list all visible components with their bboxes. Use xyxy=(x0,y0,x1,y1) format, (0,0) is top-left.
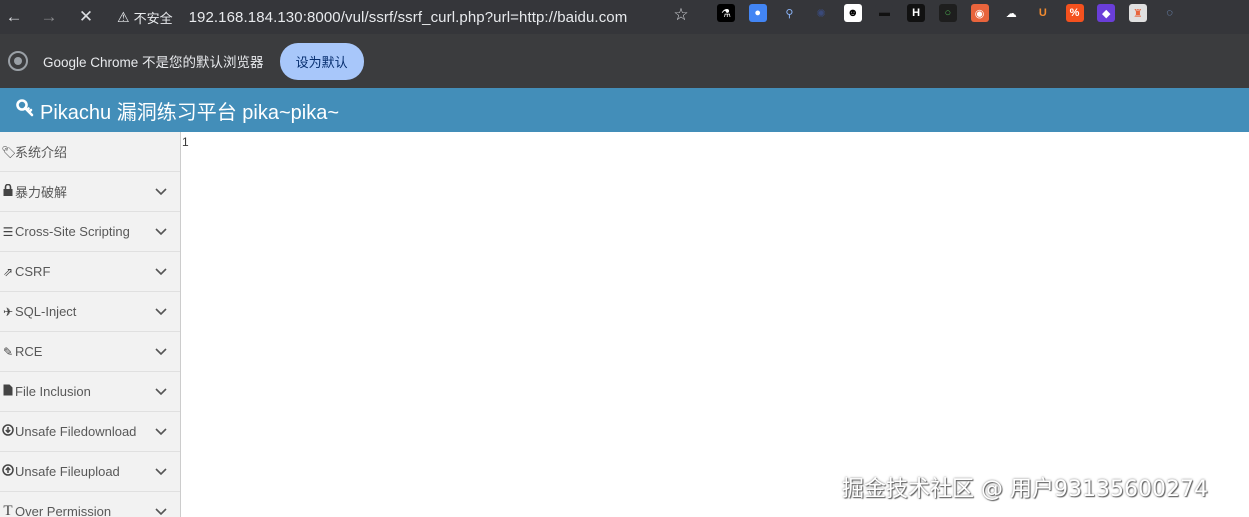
sidebar-item-label: Over Permission xyxy=(15,504,112,517)
sidebar-item-label: 系统介绍 xyxy=(15,145,68,160)
text-icon: T xyxy=(3,503,13,517)
security-status[interactable]: 不安全 xyxy=(134,8,173,27)
gear-extension-icon[interactable]: ✺ xyxy=(812,4,831,22)
chrome-logo-icon xyxy=(8,51,28,71)
hat-extension-icon[interactable]: ▬ xyxy=(875,4,894,22)
sidebar-item-label: Cross-Site Scripting xyxy=(15,224,130,239)
close-icon: ✕ xyxy=(78,7,94,26)
warning-icon[interactable]: ⚠ xyxy=(117,9,130,26)
edge-extension-icon[interactable]: ◌ xyxy=(1160,4,1179,22)
bookmark-star-button[interactable]: ☆ xyxy=(670,2,692,28)
sidebar-item-intro[interactable]: 🏷 系统介绍 xyxy=(0,132,180,172)
sidebar-item-label: SQL-Inject xyxy=(15,304,77,319)
download-icon xyxy=(1,424,15,439)
key-icon xyxy=(16,98,34,122)
list-icon: ☰ xyxy=(2,224,14,239)
sidebar-item-label: RCE xyxy=(15,344,43,359)
chevron-down-icon[interactable] xyxy=(154,344,168,358)
tool-extension-icon[interactable]: ♜ xyxy=(1128,4,1147,22)
sidebar-item-csrf[interactable]: ⇗ CSRF xyxy=(0,252,180,292)
sidebar-item-label: Unsafe Fileupload xyxy=(15,464,120,479)
forward-button[interactable]: → xyxy=(36,4,62,30)
ring-extension-icon[interactable]: ◉ xyxy=(970,4,989,22)
address-bar[interactable]: ⚠ 不安全 192.168.184.130:8000/vul/ssrf/ssrf… xyxy=(117,4,627,30)
chevron-down-icon[interactable] xyxy=(154,424,168,438)
site-header: Pikachu 漏洞练习平台 pika~pika~ xyxy=(0,88,1249,132)
sidebar-item-label: Unsafe Filedownload xyxy=(15,424,137,439)
chevron-down-icon[interactable] xyxy=(154,184,168,198)
cube-extension-icon[interactable]: ◆ xyxy=(1097,4,1116,22)
sidebar-item-sql-inject[interactable]: ✈ SQL-Inject xyxy=(0,292,180,332)
extensions-bar: ⚗ ● ⚲ ✺ ☻ ▬ H ○ ◉ ☁ U% ◆ ♜ ◌ xyxy=(717,0,1192,26)
pin-extension-icon[interactable]: ⚲ xyxy=(780,4,799,22)
h-extension-icon[interactable]: H xyxy=(907,4,926,22)
cloud-extension-icon[interactable]: ☁ xyxy=(1002,4,1021,22)
circle-extension-icon[interactable]: ○ xyxy=(938,4,957,22)
set-default-button[interactable]: 设为默认 xyxy=(279,42,364,80)
site-title[interactable]: Pikachu 漏洞练习平台 pika~pika~ xyxy=(40,96,339,125)
sidebar-item-unsafe-fileupload[interactable]: Unsafe Fileupload xyxy=(0,452,180,492)
sidebar-item-over-permission[interactable]: T Over Permission xyxy=(0,492,180,517)
url-text[interactable]: 192.168.184.130:8000/vul/ssrf/ssrf_curl.… xyxy=(189,9,628,26)
sidebar-item-rce[interactable]: ✎ RCE xyxy=(0,332,180,372)
file-icon xyxy=(1,384,15,399)
sidebar-item-unsafe-filedownload[interactable]: Unsafe Filedownload xyxy=(0,412,180,452)
tags-icon: 🏷 xyxy=(1,144,17,159)
back-button[interactable]: ← xyxy=(1,4,27,30)
star-icon: ☆ xyxy=(673,5,689,24)
upload-icon xyxy=(1,464,15,479)
mask-extension-icon[interactable]: ☻ xyxy=(843,4,862,22)
chevron-down-icon[interactable] xyxy=(154,224,168,238)
sidebar-item-label: CSRF xyxy=(15,264,51,279)
main-content: 1 xyxy=(182,132,1249,517)
default-browser-infobar: Google Chrome 不是您的默认浏览器 设为默认 xyxy=(0,34,1249,88)
pencil-icon: ✎ xyxy=(2,344,14,359)
sidebar: 🏷 系统介绍 暴力破解 ☰ Cross-Site Scripting ⇗ CSR… xyxy=(0,132,181,517)
fighter-jet-icon: ✈ xyxy=(2,304,14,319)
chevron-down-icon[interactable] xyxy=(154,304,168,318)
u-extension-icon[interactable]: U xyxy=(1033,4,1052,22)
sidebar-item-label: File Inclusion xyxy=(15,384,91,399)
flask-extension-icon[interactable]: ⚗ xyxy=(717,4,735,22)
chevron-down-icon[interactable] xyxy=(154,504,168,517)
percent-extension-icon[interactable]: % xyxy=(1065,4,1084,22)
chevron-down-icon[interactable] xyxy=(154,464,168,478)
sidebar-item-label: 暴力破解 xyxy=(15,185,68,200)
chevron-down-icon[interactable] xyxy=(154,384,168,398)
stop-loading-button[interactable]: ✕ xyxy=(73,4,99,30)
sidebar-item-brute-force[interactable]: 暴力破解 xyxy=(0,172,180,212)
sidebar-item-file-inclusion[interactable]: File Inclusion xyxy=(0,372,180,412)
ssrf-response-output: 1 xyxy=(182,135,189,149)
watermark: 掘金技术社区 @ 用户93135600274 xyxy=(842,477,1208,502)
sidebar-item-xss[interactable]: ☰ Cross-Site Scripting xyxy=(0,212,180,252)
map-pin-extension-icon[interactable]: ● xyxy=(748,4,767,22)
arrow-left-icon: ← xyxy=(5,7,23,26)
share-icon: ⇗ xyxy=(2,264,14,279)
lock-icon xyxy=(1,183,15,199)
infobar-message: Google Chrome 不是您的默认浏览器 xyxy=(43,55,264,70)
chevron-down-icon[interactable] xyxy=(154,264,168,278)
browser-toolbar: ← → ✕ ⚠ 不安全 192.168.184.130:8000/vul/ssr… xyxy=(0,0,1249,34)
arrow-right-icon: → xyxy=(40,7,58,26)
